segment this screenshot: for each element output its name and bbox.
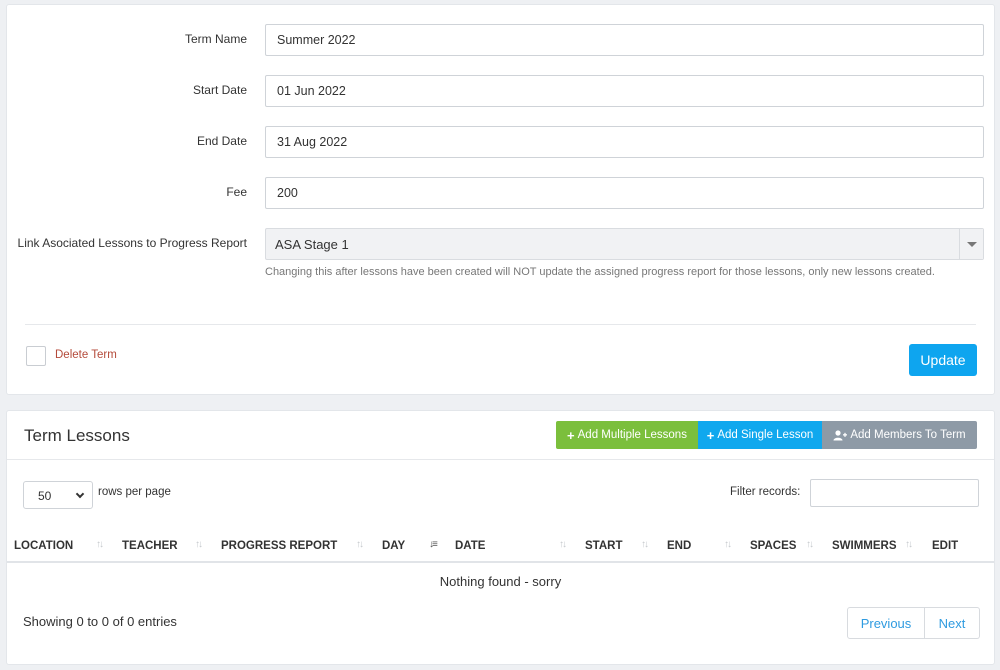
chevron-down-icon — [75, 489, 85, 499]
sort-icon[interactable]: ↑↓ — [641, 539, 649, 550]
col-spaces[interactable]: SPACES — [750, 540, 796, 552]
col-progress-report[interactable]: PROGRESS REPORT — [221, 540, 337, 552]
delete-term-checkbox[interactable] — [26, 346, 46, 366]
col-start[interactable]: START — [585, 540, 622, 552]
rows-per-page-label: rows per page — [98, 486, 171, 498]
add-single-lesson-button[interactable]: + Add Single Lesson — [698, 421, 822, 449]
fee-label: Fee — [226, 185, 247, 199]
lessons-header-divider — [7, 459, 994, 460]
term-name-label: Term Name — [184, 32, 247, 46]
col-teacher[interactable]: TEACHER — [122, 540, 178, 552]
empty-table-message: Nothing found - sorry — [439, 574, 562, 589]
plus-icon: + — [567, 427, 575, 443]
add-members-button[interactable]: Add Members To Term — [822, 421, 977, 449]
update-button[interactable]: Update — [909, 344, 977, 376]
lessons-title: Term Lessons — [24, 426, 130, 445]
lesson-actions: + Add Multiple Lessons + Add Single Less… — [556, 421, 977, 449]
col-location[interactable]: LOCATION — [14, 540, 73, 552]
term-form-panel: Term Name Start Date End Date Fee Link A… — [6, 4, 995, 395]
progress-report-select[interactable]: ASA Stage 1 — [265, 228, 984, 260]
rows-per-page-select[interactable]: 50 — [23, 481, 93, 509]
delete-term-label[interactable]: Delete Term — [55, 349, 117, 361]
col-date[interactable]: DATE — [455, 540, 485, 552]
end-date-row: End Date — [7, 126, 994, 158]
add-single-lesson-label: Add Single Lesson — [717, 429, 814, 441]
plus-icon: + — [706, 427, 715, 443]
end-date-input[interactable] — [265, 126, 984, 158]
term-name-row: Term Name — [7, 24, 994, 56]
add-multiple-lessons-label: Add Multiple Lessons — [577, 429, 687, 441]
progress-report-row: Link Asociated Lessons to Progress Repor… — [7, 228, 994, 260]
sort-icon[interactable]: ↑↓ — [356, 539, 364, 550]
add-members-label: Add Members To Term — [850, 429, 966, 441]
sort-icon[interactable]: ↑↓ — [724, 539, 732, 550]
col-edit[interactable]: EDIT — [932, 540, 958, 552]
chevron-down-icon[interactable] — [959, 229, 983, 259]
sort-icon[interactable]: ↑↓ — [905, 539, 913, 550]
filter-label: Filter records: — [730, 486, 801, 498]
previous-page-button[interactable]: Previous — [847, 607, 925, 639]
start-date-label: Start Date — [192, 83, 247, 97]
start-date-row: Start Date — [7, 75, 994, 107]
sort-asc-icon[interactable]: ↓≡ — [429, 539, 438, 550]
progress-report-label: Link Asociated Lessons to Progress Repor… — [17, 236, 247, 250]
col-day[interactable]: DAY — [382, 540, 405, 552]
term-name-input[interactable] — [265, 24, 984, 56]
end-date-label: End Date — [196, 134, 247, 148]
user-plus-icon — [833, 429, 848, 440]
col-end[interactable]: END — [667, 540, 691, 552]
showing-entries: Showing 0 to 0 of 0 entries — [23, 614, 177, 629]
add-multiple-lessons-button[interactable]: + Add Multiple Lessons — [556, 421, 698, 449]
form-divider — [25, 324, 976, 325]
progress-report-selected: ASA Stage 1 — [275, 237, 349, 252]
table-header: LOCATION ↑↓ TEACHER ↑↓ PROGRESS REPORT ↑… — [7, 533, 994, 563]
next-page-button[interactable]: Next — [925, 607, 980, 639]
sort-icon[interactable]: ↑↓ — [96, 539, 104, 550]
sort-icon[interactable]: ↑↓ — [195, 539, 203, 550]
col-swimmers[interactable]: SWIMMERS — [832, 540, 897, 552]
fee-input[interactable] — [265, 177, 984, 209]
fee-row: Fee — [7, 177, 994, 209]
progress-report-help: Changing this after lessons have been cr… — [265, 266, 935, 278]
filter-input[interactable] — [810, 479, 979, 507]
rows-per-page-value: 50 — [38, 489, 52, 503]
term-lessons-panel: Term Lessons + Add Multiple Lessons + Ad… — [6, 410, 995, 665]
sort-icon[interactable]: ↑↓ — [806, 539, 814, 550]
start-date-input[interactable] — [265, 75, 984, 107]
sort-icon[interactable]: ↑↓ — [559, 539, 567, 550]
pagination: Previous Next — [847, 607, 980, 639]
